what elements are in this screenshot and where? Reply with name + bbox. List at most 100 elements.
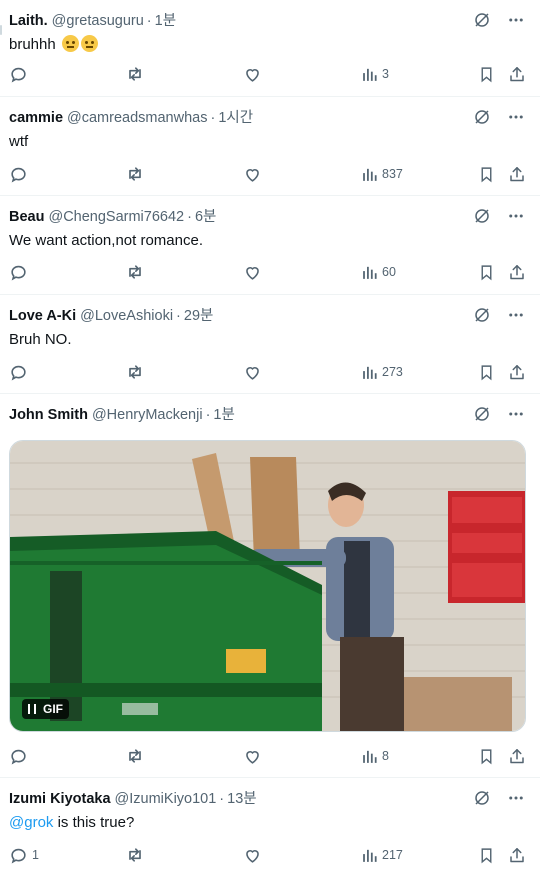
share-button[interactable] (508, 745, 526, 767)
views-button[interactable]: 273 (361, 361, 403, 383)
views-button[interactable]: 60 (361, 261, 396, 283)
bookmark-button[interactable] (478, 745, 495, 767)
more-icon[interactable] (506, 305, 526, 325)
author-name[interactable]: Love A-Ki (9, 308, 76, 324)
retweet-button[interactable] (125, 261, 145, 283)
bookmark-icon (478, 165, 495, 184)
tweet[interactable]: cammie @camreadsmanwhas · 1시간 wtf 837 (0, 97, 540, 196)
share-button[interactable] (508, 261, 526, 283)
views-count: 60 (382, 265, 396, 279)
bookmark-button[interactable] (478, 361, 495, 383)
tweet[interactable]: Love A-Ki @LoveAshioki · 29분 Bruh NO. 273 (0, 295, 540, 394)
retweet-icon (125, 845, 145, 865)
retweet-button[interactable] (125, 361, 145, 383)
retweet-button[interactable] (125, 63, 145, 85)
views-button[interactable]: 837 (361, 163, 403, 185)
grok-icon[interactable] (472, 305, 492, 325)
bookmark-button[interactable] (478, 844, 495, 866)
author-name[interactable]: John Smith (9, 407, 88, 423)
tweet-top-actions (472, 10, 526, 30)
like-button[interactable] (243, 63, 262, 85)
grok-icon[interactable] (472, 788, 492, 808)
author-handle[interactable]: @HenryMackenji (92, 407, 203, 423)
views-button[interactable]: 3 (361, 63, 389, 85)
bookmark-icon (478, 363, 495, 382)
timestamp[interactable]: 1분 (213, 407, 234, 423)
tweet-header: John Smith @HenryMackenji · 1분 (9, 405, 470, 425)
share-button[interactable] (508, 163, 526, 185)
tweet-actions: 60 (0, 261, 540, 283)
tweet-text: bruhhh (9, 35, 98, 55)
grok-icon[interactable] (472, 10, 492, 30)
timestamp[interactable]: 13분 (227, 791, 256, 807)
retweet-icon (125, 362, 145, 382)
bookmark-icon (478, 846, 495, 865)
tweet-actions: 3 (0, 63, 540, 85)
tweet[interactable]: Laith. @gretasuguru · 1분 bruhhh 3 (0, 0, 540, 97)
like-button[interactable] (243, 163, 262, 185)
timestamp[interactable]: 1분 (155, 13, 176, 29)
tweet[interactable]: Izumi Kiyotaka @IzumiKiyo101 · 13분 @grok is… (0, 778, 540, 878)
reply-button[interactable] (9, 745, 32, 767)
like-button[interactable] (243, 844, 262, 866)
views-icon (361, 66, 378, 83)
views-icon (361, 166, 378, 183)
author-name[interactable]: cammie (9, 110, 63, 126)
retweet-button[interactable] (125, 745, 145, 767)
mention-link[interactable]: @grok (9, 814, 53, 831)
bookmark-button[interactable] (478, 261, 495, 283)
share-button[interactable] (508, 63, 526, 85)
views-button[interactable]: 217 (361, 844, 403, 866)
separator: · (205, 407, 211, 423)
tweet-header: Izumi Kiyotaka @IzumiKiyo101 · 13분 (9, 789, 470, 809)
gif-badge[interactable]: GIF (22, 699, 69, 719)
share-icon (508, 263, 526, 282)
gif-media[interactable]: GIF (9, 440, 526, 732)
more-icon[interactable] (506, 206, 526, 226)
separator: · (210, 110, 216, 126)
like-button[interactable] (243, 361, 262, 383)
reply-button[interactable] (9, 163, 32, 185)
share-button[interactable] (508, 844, 526, 866)
like-icon (243, 165, 262, 184)
author-handle[interactable]: @LoveAshioki (80, 308, 173, 324)
tweet[interactable]: Beau @ChengSarmi76642 · 6분 We want action,n… (0, 196, 540, 295)
timestamp[interactable]: 29분 (184, 308, 213, 324)
tweet-actions: 837 (0, 163, 540, 185)
more-icon[interactable] (506, 788, 526, 808)
more-icon[interactable] (506, 404, 526, 424)
views-icon (361, 748, 378, 765)
author-name[interactable]: Laith. (9, 13, 48, 29)
author-handle[interactable]: @camreadsmanwhas (67, 110, 207, 126)
author-name[interactable]: Izumi Kiyotaka (9, 791, 111, 807)
reply-icon (9, 363, 28, 382)
grok-icon[interactable] (472, 107, 492, 127)
retweet-button[interactable] (125, 844, 145, 866)
author-handle[interactable]: @ChengSarmi76642 (48, 209, 184, 225)
bookmark-button[interactable] (478, 63, 495, 85)
tweet-top-actions (472, 404, 526, 424)
more-icon[interactable] (506, 10, 526, 30)
grok-icon[interactable] (472, 404, 492, 424)
reply-button[interactable] (9, 261, 32, 283)
timestamp[interactable]: 1시간 (218, 110, 253, 126)
views-button[interactable]: 8 (361, 745, 389, 767)
reply-button[interactable] (9, 63, 32, 85)
author-handle[interactable]: @IzumiKiyo101 (115, 791, 217, 807)
pause-icon[interactable] (28, 704, 36, 714)
like-button[interactable] (243, 745, 262, 767)
timestamp[interactable]: 6분 (195, 209, 216, 225)
bookmark-icon (478, 65, 495, 84)
more-icon[interactable] (506, 107, 526, 127)
share-button[interactable] (508, 361, 526, 383)
reply-button[interactable] (9, 361, 32, 383)
author-name[interactable]: Beau (9, 209, 44, 225)
thread-line (0, 25, 2, 35)
grok-icon[interactable] (472, 206, 492, 226)
reply-button[interactable]: 1 (9, 844, 39, 866)
author-handle[interactable]: @gretasuguru (52, 13, 144, 29)
like-button[interactable] (243, 261, 262, 283)
like-icon (243, 65, 262, 84)
retweet-button[interactable] (125, 163, 145, 185)
bookmark-button[interactable] (478, 163, 495, 185)
